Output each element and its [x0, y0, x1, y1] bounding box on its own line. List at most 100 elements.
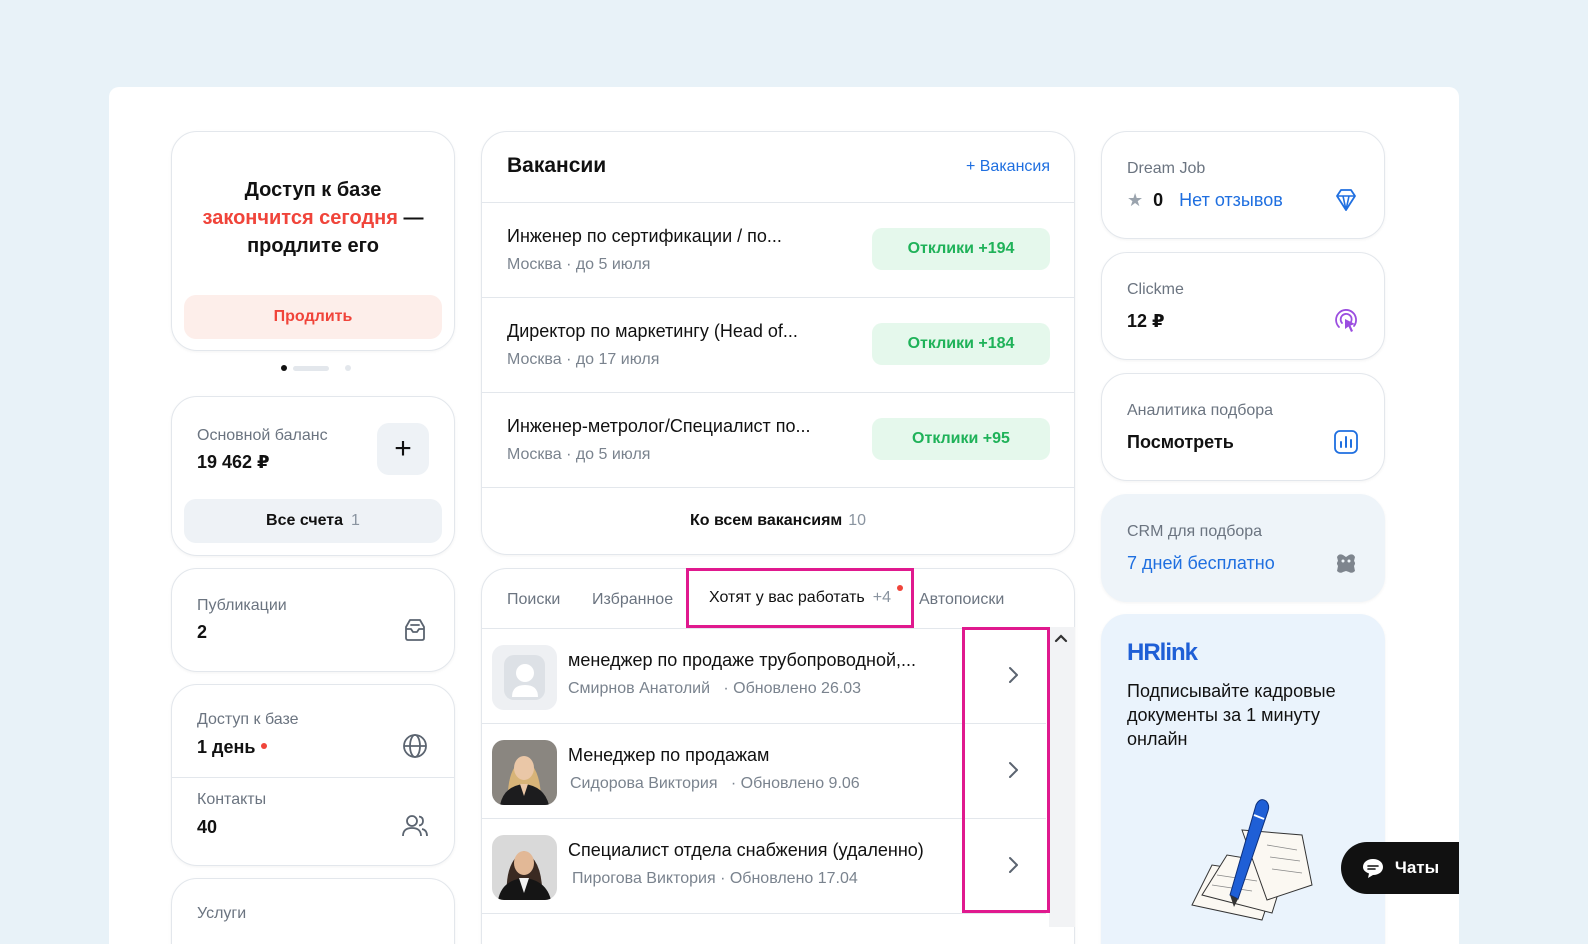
notification-dot	[897, 585, 903, 591]
contacts-value: 40	[197, 817, 218, 837]
star-icon: ★	[1127, 190, 1144, 210]
add-funds-button[interactable]: +	[377, 423, 429, 475]
crm-trial-link[interactable]: 7 дней бесплатно	[1127, 553, 1275, 574]
promo-text: Доступ к базе закончится сегодня — продл…	[172, 176, 454, 260]
promo-expiry: закончится сегодня	[202, 207, 398, 229]
carousel-progress	[293, 365, 329, 371]
promo-line1: Доступ к базе	[244, 179, 382, 201]
candidates-scrollbar[interactable]	[1049, 627, 1075, 927]
inbox-icon	[405, 619, 425, 641]
divider	[482, 487, 1074, 488]
candidate-sub: Смирнов Анатолий · Обновлено 26.03	[568, 680, 861, 698]
dream-job-rating-row: ★ 0 Нет отзывов	[1127, 190, 1283, 211]
carousel-dot[interactable]	[345, 365, 351, 371]
vacancy-row[interactable]: Инженер по сертификации / по... Москва ·…	[482, 202, 1074, 297]
contacts-label: Контакты	[197, 791, 267, 808]
users-icon	[402, 815, 428, 837]
clickme-card[interactable]: Clickme 12 ₽	[1101, 252, 1385, 360]
tab-favorites[interactable]: Избранное	[592, 591, 673, 609]
vacancy-row[interactable]: Инженер-метролог/Специалист по... Москва…	[482, 392, 1074, 487]
add-vacancy-link[interactable]: + Вакансия	[966, 158, 1050, 176]
responses-button[interactable]: Отклики +95	[872, 418, 1050, 460]
vacancy-name: Инженер-метролог/Специалист по...	[507, 416, 811, 436]
gift-icon	[1337, 554, 1355, 573]
avatar	[492, 740, 557, 805]
dream-job-card[interactable]: Dream Job ★ 0 Нет отзывов	[1101, 131, 1385, 239]
services-card[interactable]: Услуги	[171, 878, 455, 944]
services-label: Услуги	[197, 905, 247, 922]
hrlink-ad-card[interactable]: HRlink Подписывайте кадровые документы з…	[1101, 614, 1385, 944]
crm-card[interactable]: CRM для подбора 7 дней бесплатно	[1101, 494, 1385, 602]
candidate-updated: · Обновлено 17.04	[720, 870, 858, 887]
candidate-title: менеджер по продаже трубопроводной,...	[568, 650, 917, 670]
tab-want-to-work-label: Хотят у вас работать	[708, 589, 865, 606]
reviews-link[interactable]: Нет отзывов	[1179, 190, 1283, 211]
db-access-label: Доступ к базе	[197, 711, 299, 728]
vacancy-meta: Москва · до 17 июля	[507, 351, 660, 368]
candidate-sub: Пирогова Виктория · Обновлено 17.04	[572, 870, 858, 888]
dashboard-frame: Доступ к базе закончится сегодня — продл…	[109, 87, 1459, 944]
chats-label: Чаты	[1394, 858, 1440, 877]
analytics-value: Посмотреть	[1127, 432, 1234, 452]
alert-dot	[261, 743, 268, 749]
divider	[172, 777, 454, 778]
avatar	[492, 835, 557, 900]
vacancy-meta: Москва · до 5 июля	[507, 256, 651, 273]
scroll-up-icon[interactable]	[1054, 633, 1068, 643]
balance-value: 19 462 ₽	[197, 452, 270, 472]
extend-button[interactable]: Продлить	[184, 295, 442, 339]
chart-icon	[1334, 430, 1358, 454]
all-accounts-count: 1	[351, 512, 360, 529]
tab-autosearches[interactable]: Автопоиски	[919, 591, 1004, 609]
all-accounts-button[interactable]: Все счета 1	[184, 499, 442, 543]
tab-want-to-work-count: +4	[872, 589, 892, 606]
promo-line2: закончится сегодня —	[172, 204, 454, 232]
responses-button[interactable]: Отклики +194	[872, 228, 1050, 270]
candidate-updated: · Обновлено 26.03	[723, 680, 862, 697]
analytics-label: Аналитика подбора	[1127, 402, 1274, 419]
diamond-icon	[1336, 189, 1356, 211]
publications-card[interactable]: Публикации 2	[171, 568, 455, 672]
dream-job-rating: 0	[1153, 190, 1164, 210]
tab-searches[interactable]: Поиски	[507, 591, 560, 609]
hrlink-text: Подписывайте кадровые документы за 1 мин…	[1127, 681, 1336, 749]
responses-button[interactable]: Отклики +184	[872, 323, 1050, 365]
vacancy-meta: Москва · до 5 июля	[507, 446, 651, 463]
carousel-dots[interactable]	[281, 365, 351, 371]
chevron-right-icon[interactable]	[1006, 856, 1020, 874]
avatar-placeholder	[492, 645, 557, 710]
hrlink-logo: HRlink	[1127, 639, 1198, 666]
candidate-name: Пирогова Виктория	[572, 870, 716, 887]
carousel-dot-active[interactable]	[281, 365, 287, 371]
candidate-title: Менеджер по продажам	[568, 745, 770, 765]
candidate-name: Сидорова Виктория	[570, 775, 718, 792]
balance-label: Основной баланс	[197, 427, 328, 444]
db-access-value-wrap: 1 день	[197, 737, 268, 758]
vacancy-name: Директор по маркетингу (Head of...	[507, 321, 798, 341]
clickme-value: 12 ₽	[1127, 311, 1165, 331]
candidate-title: Специалист отдела снабжения (удаленно)	[568, 840, 924, 860]
publications-value: 2	[197, 622, 208, 642]
all-vacancies-label: Ко всем вакансиям	[689, 512, 843, 529]
dream-job-label: Dream Job	[1127, 160, 1206, 177]
access-promo-card: Доступ к базе закончится сегодня — продл…	[171, 131, 455, 351]
crm-label: CRM для подбора	[1127, 523, 1263, 540]
all-accounts-label: Все счета	[266, 512, 344, 529]
balance-card: Основной баланс 19 462 ₽ + Все счета 1	[171, 396, 455, 556]
chevron-right-icon[interactable]	[1006, 761, 1020, 779]
chats-button[interactable]: Чаты	[1341, 842, 1459, 894]
analytics-card[interactable]: Аналитика подбора Посмотреть	[1101, 373, 1385, 481]
publications-label: Публикации	[197, 597, 287, 614]
promo-line3: продлите его	[247, 235, 379, 257]
vacancies-title: Вакансии	[507, 154, 607, 177]
tab-want-to-work[interactable]: Хотят у вас работать +4	[686, 568, 914, 628]
candidate-sub: Сидорова Виктория · Обновлено 9.06	[570, 775, 860, 793]
vacancies-card: Вакансии + Вакансия Инженер по сертифика…	[481, 131, 1075, 555]
vacancy-row[interactable]: Директор по маркетингу (Head of... Москв…	[482, 297, 1074, 392]
chevron-right-icon[interactable]	[1006, 666, 1020, 684]
access-contacts-card: Доступ к базе 1 день Контакты 40	[171, 684, 455, 866]
all-vacancies-count: 10	[848, 512, 867, 529]
all-vacancies-link[interactable]: Ко всем вакансиям 10	[482, 512, 1074, 530]
candidate-name: Смирнов Анатолий	[568, 680, 711, 697]
plus-icon: +	[394, 432, 412, 465]
